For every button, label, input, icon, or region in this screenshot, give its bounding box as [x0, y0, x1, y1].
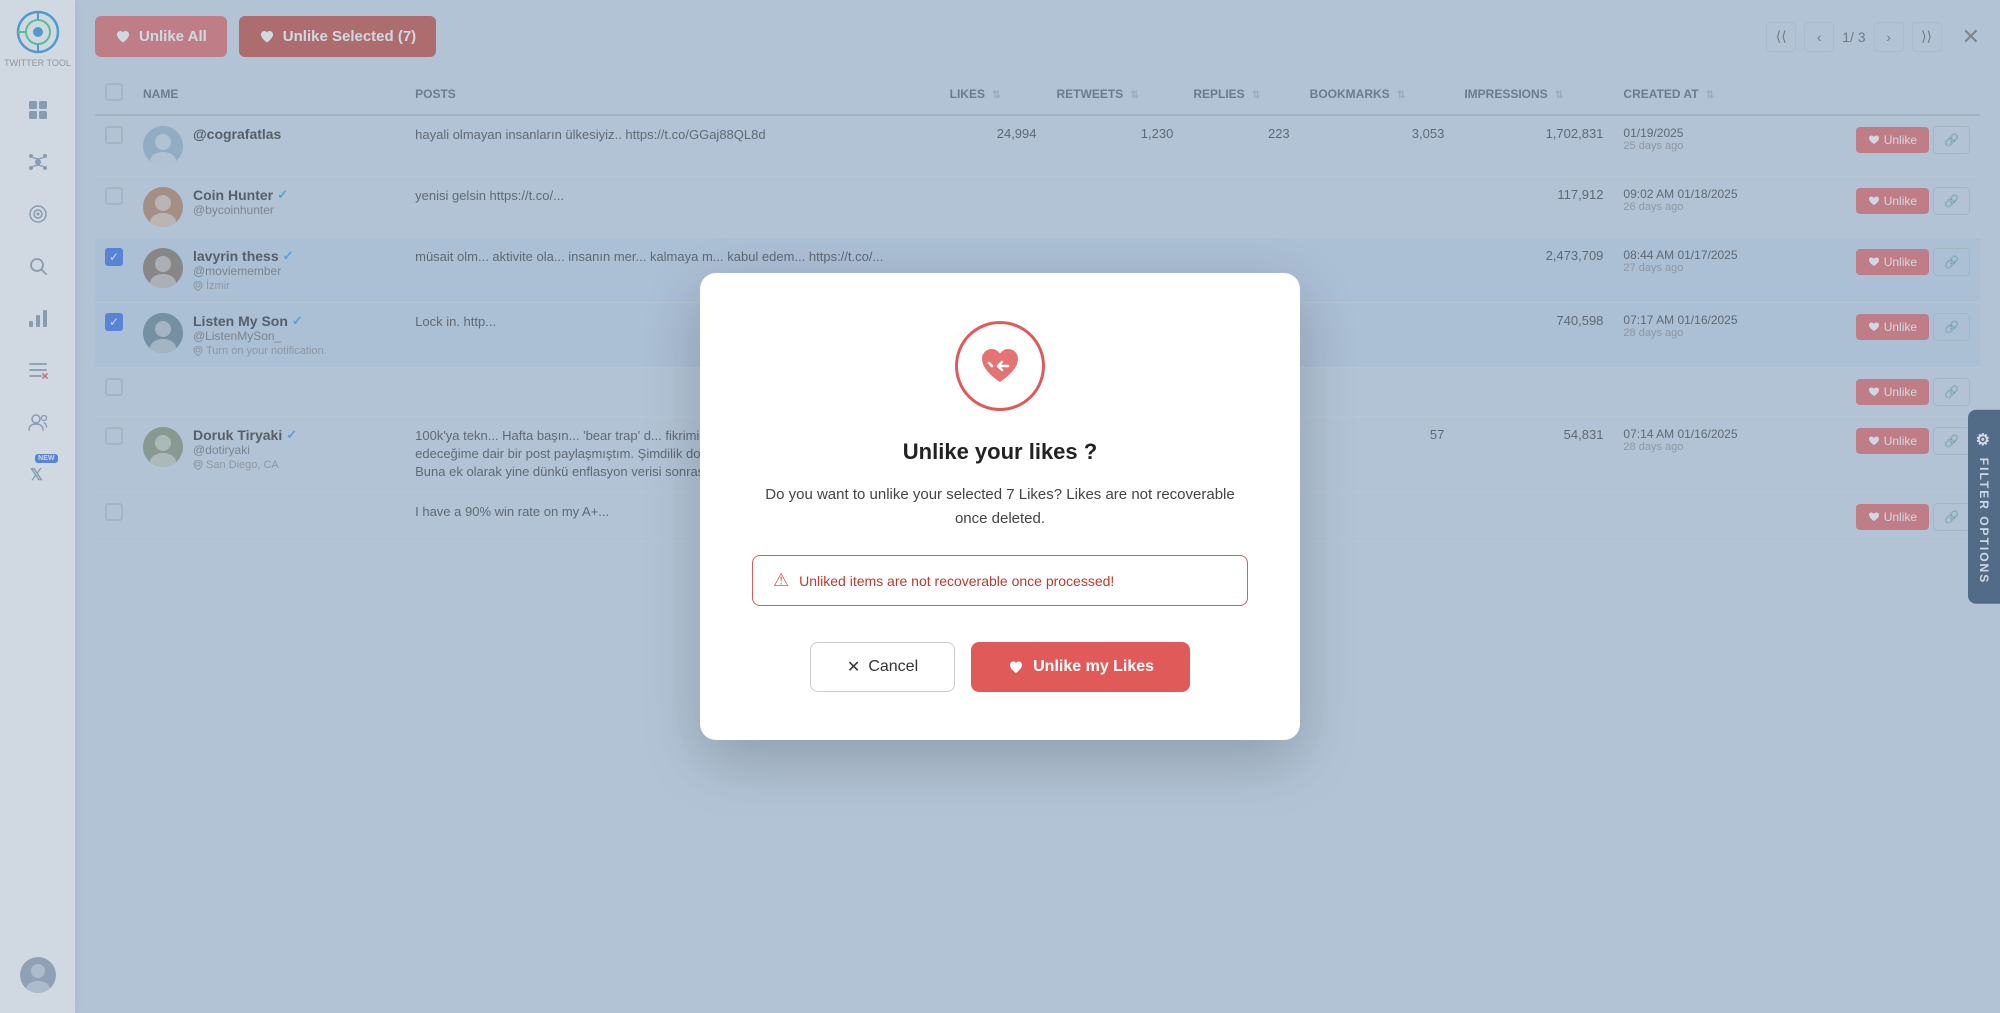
unlike-confirm-modal: Unlike your likes ? Do you want to unlik…	[700, 273, 1300, 740]
modal-warning-text: Unliked items are not recoverable once p…	[799, 573, 1114, 589]
modal-heart-icon-circle	[955, 321, 1045, 411]
modal-overlay: Unlike your likes ? Do you want to unlik…	[0, 0, 2000, 1013]
cancel-x-icon: ✕	[847, 657, 860, 677]
cancel-label: Cancel	[868, 658, 918, 676]
modal-warning-box: ⚠ Unliked items are not recoverable once…	[752, 555, 1248, 606]
modal-actions: ✕ Cancel Unlike my Likes	[752, 642, 1248, 692]
warning-icon: ⚠	[773, 570, 789, 591]
modal-description: Do you want to unlike your selected 7 Li…	[752, 483, 1248, 531]
confirm-unlike-button[interactable]: Unlike my Likes	[971, 642, 1190, 692]
cancel-button[interactable]: ✕ Cancel	[810, 642, 955, 692]
modal-title: Unlike your likes ?	[752, 439, 1248, 465]
confirm-label: Unlike my Likes	[1033, 658, 1154, 676]
modal-icon-area	[752, 321, 1248, 411]
